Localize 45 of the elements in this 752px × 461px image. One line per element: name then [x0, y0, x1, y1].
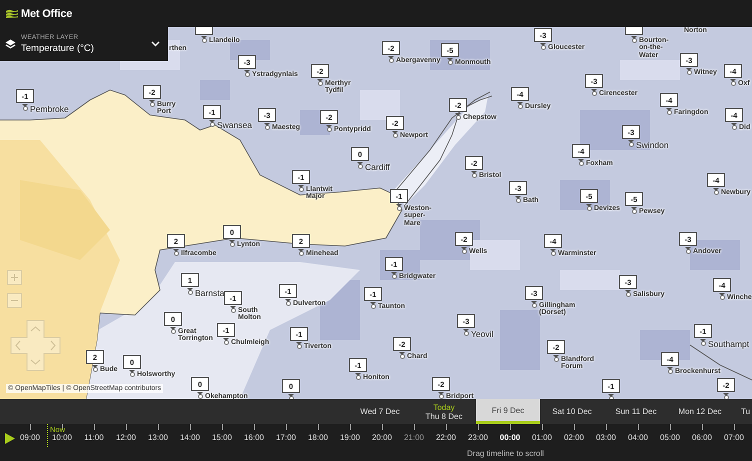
hour-label[interactable]: 03:00 — [596, 433, 616, 442]
hour-label[interactable]: 00:00 — [500, 433, 520, 442]
hour-label[interactable]: 01:00 — [532, 433, 552, 442]
hour-label[interactable]: 18:00 — [308, 433, 328, 442]
hour-label[interactable]: 22:00 — [436, 433, 456, 442]
hour-label[interactable]: 14:00 — [180, 433, 200, 442]
hour-label[interactable]: 04:00 — [628, 433, 648, 442]
day-tab[interactable]: Today Thu 8 Dec — [412, 399, 476, 424]
hour-label[interactable]: 23:00 — [468, 433, 488, 442]
place-name: Swindon — [636, 141, 669, 150]
hour-label[interactable]: 02:00 — [564, 433, 584, 442]
hour-label[interactable]: 13:00 — [148, 433, 168, 442]
hour-label[interactable]: 06:00 — [692, 433, 712, 442]
chevron-down-icon — [151, 41, 160, 47]
hour-label[interactable]: 21:00 — [404, 433, 424, 442]
hour-label[interactable]: 10:00 — [52, 433, 72, 442]
day-tab[interactable]: Fri 9 Dec — [476, 399, 540, 424]
today-label: Today — [433, 402, 455, 412]
hour-label[interactable]: 05:00 — [660, 433, 680, 442]
place-name: Cardiff — [365, 163, 390, 172]
hour-label[interactable]: 17:00 — [276, 433, 296, 442]
day-tab[interactable]: Wed 7 Dec — [348, 399, 412, 424]
hour-label[interactable]: 19:00 — [340, 433, 360, 442]
day-tab[interactable]: Sat 10 Dec — [540, 399, 604, 424]
place-name: Southampt — [708, 340, 750, 349]
day-tab[interactable]: Sun 11 Dec — [604, 399, 668, 424]
hour-label[interactable]: 07:00 — [724, 433, 744, 442]
hour-label[interactable]: 16:00 — [244, 433, 264, 442]
logo-icon — [6, 9, 18, 18]
day-tab[interactable]: Mon 12 Dec — [668, 399, 732, 424]
hour-label[interactable]: 12:00 — [116, 433, 136, 442]
place-name: Pembroke — [30, 105, 69, 114]
place-name: Barnsta — [195, 289, 224, 298]
hour-label[interactable]: 09:00 — [20, 433, 40, 442]
drag-hint: Drag timeline to scroll — [466, 449, 545, 458]
day-tab[interactable]: Tu — [732, 399, 752, 424]
place-name: Swansea — [217, 121, 252, 130]
hour-label[interactable]: 15:00 — [212, 433, 232, 442]
layer-value: Temperature (°C) — [21, 43, 95, 54]
layers-icon — [5, 38, 16, 50]
place-name: Yeovil — [471, 330, 494, 339]
play-button[interactable] — [5, 433, 15, 444]
hour-label[interactable]: 20:00 — [372, 433, 392, 442]
hour-label[interactable]: 11:00 — [84, 433, 104, 442]
logo-text[interactable]: Met Office — [21, 8, 72, 20]
